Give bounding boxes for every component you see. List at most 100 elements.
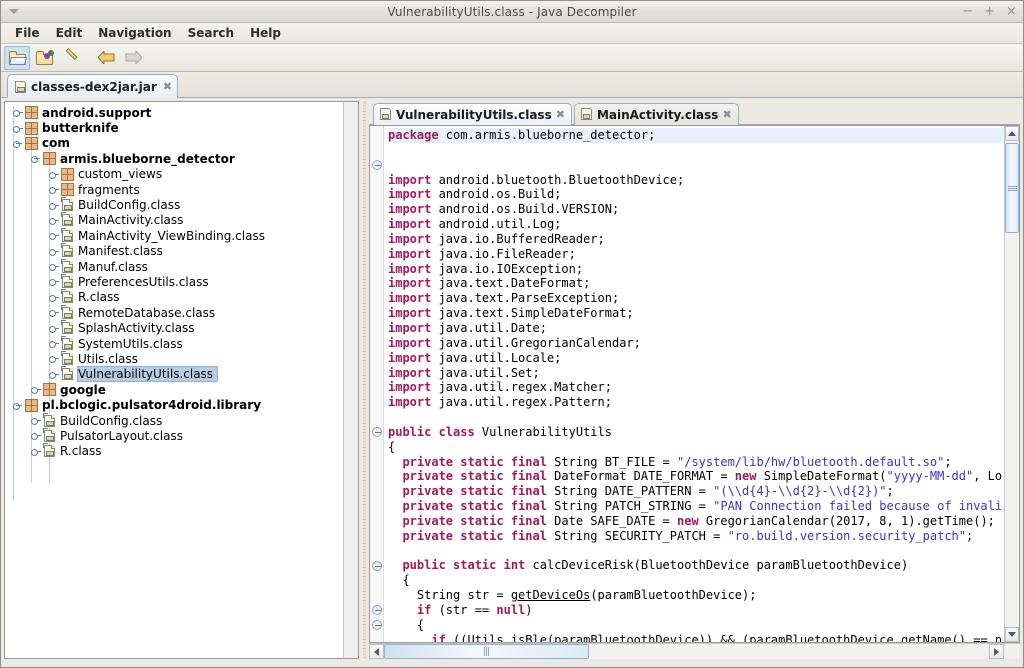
code-vertical-scrollbar[interactable] [1004,126,1019,642]
tree-node[interactable]: Manifest.class [5,244,343,259]
tree-node[interactable]: PulsatorLayout.class [5,428,343,443]
code-token: SimpleDateFormat( [756,469,886,483]
tree-node[interactable]: SplashActivity.class [5,320,343,335]
code-token: import [388,232,431,246]
edit-button[interactable] [58,46,84,70]
tree-expand-handle-icon[interactable] [45,182,61,197]
tree-node[interactable]: google [5,382,343,397]
minimize-icon[interactable]: − [962,5,973,18]
fold-gutter[interactable] [370,126,384,642]
jar-tab-classes-dex2jar[interactable]: classes-dex2jar.jar ✖ [7,74,178,98]
code-token: new [735,469,757,483]
tree-collapse-handle-icon[interactable] [9,136,25,151]
tree-node[interactable]: MainActivity_ViewBinding.class [5,228,343,243]
tree-node[interactable]: custom_views [5,167,343,182]
tree-node[interactable]: Manuf.class [5,259,343,274]
fold-collapse-icon[interactable] [372,427,382,437]
tree-expand-handle-icon[interactable] [45,228,61,243]
tree-node[interactable]: com [5,136,343,151]
tree-expand-handle-icon[interactable] [45,351,61,366]
scroll-left-button[interactable] [369,644,384,659]
tree-expand-handle-icon[interactable] [27,413,43,428]
tree-node[interactable]: pl.bclogic.pulsator4droid.library [5,397,343,412]
tree-node[interactable]: BuildConfig.class [5,197,343,212]
menu-edit[interactable]: Edit [48,24,91,42]
package-tree[interactable]: android.supportbutterknifecomarmis.blueb… [5,102,343,658]
tree-expand-handle-icon[interactable] [45,259,61,274]
tree-node[interactable]: butterknife [5,120,343,135]
tree-node[interactable]: SystemUtils.class [5,336,343,351]
code-token: "ro.build.version.security_patch" [728,529,966,543]
code-token[interactable]: isBle [511,633,547,642]
editor-tab-vulnerabilityutils[interactable]: VulnerabilityUtils.class✖ [373,103,572,125]
tree-node[interactable]: R.class [5,444,343,459]
fold-collapse-icon[interactable] [372,620,382,630]
open-type-button[interactable] [31,46,57,70]
code-horizontal-scrollbar[interactable] [369,643,1020,659]
tree-expand-handle-icon[interactable] [45,198,61,213]
tree-node[interactable]: RemoteDatabase.class [5,305,343,320]
code-scroll[interactable]: package com.armis.blueborne_detector; im… [384,126,1004,642]
tree-expand-handle-icon[interactable] [27,428,43,443]
tree-node-label: SystemUtils.class [78,337,187,351]
panel-splitter[interactable] [359,101,369,659]
tree-node[interactable]: fragments [5,182,343,197]
tree-expand-handle-icon[interactable] [45,336,61,351]
tree-expand-handle-icon[interactable] [45,367,61,382]
scroll-down-button[interactable] [1005,627,1019,642]
tree-node[interactable]: VulnerabilityUtils.class [5,367,343,382]
menu-navigation[interactable]: Navigation [90,24,179,42]
tree-expand-handle-icon[interactable] [45,274,61,289]
jar-tab-close-icon[interactable]: ✖ [163,80,172,93]
source-code[interactable]: package com.armis.blueborne_detector; im… [384,126,1004,642]
forward-button[interactable] [120,46,146,70]
tree-node[interactable]: R.class [5,290,343,305]
tree-node[interactable]: PreferencesUtils.class [5,274,343,289]
code-token[interactable]: Utils [467,633,503,642]
maximize-icon[interactable]: + [984,5,995,18]
code-hscroll-track[interactable] [384,644,989,659]
tree-expand-handle-icon[interactable] [45,305,61,320]
tree-node[interactable]: MainActivity.class [5,213,343,228]
tree-vertical-scrollbar[interactable] [343,102,358,658]
tree-expand-handle-icon[interactable] [45,290,61,305]
fold-collapse-icon[interactable] [372,561,382,571]
fold-collapse-icon[interactable] [372,605,382,615]
tree-collapse-handle-icon[interactable] [9,398,25,413]
editor-tab-close-icon[interactable]: ✖ [722,108,731,121]
tree-node[interactable]: armis.blueborne_detector [5,151,343,166]
code-line: { [388,573,410,587]
close-icon[interactable]: × [1006,5,1017,18]
editor-tab-mainactivity[interactable]: MainActivity.class✖ [574,103,739,125]
back-button[interactable] [93,46,119,70]
tree-expand-handle-icon[interactable] [27,444,43,459]
tree-node-label: BuildConfig.class [60,414,166,428]
menu-help[interactable]: Help [242,24,289,42]
code-hscroll-thumb[interactable] [384,644,589,659]
editor-tab-close-icon[interactable]: ✖ [556,108,565,121]
tree-collapse-handle-icon[interactable] [27,151,43,166]
code-vscroll-track[interactable] [1005,141,1019,627]
tree-expand-handle-icon[interactable] [9,121,25,136]
menu-file[interactable]: File [7,24,48,42]
fold-collapse-icon[interactable] [372,160,382,170]
menu-search[interactable]: Search [180,24,242,42]
code-token[interactable]: getDeviceOs [511,588,590,602]
tree-expand-handle-icon[interactable] [45,321,61,336]
tree-node[interactable]: BuildConfig.class [5,413,343,428]
scroll-right-button[interactable] [989,644,1004,659]
tree-node[interactable]: android.support [5,105,343,120]
scroll-up-button[interactable] [1005,126,1019,141]
tree-node-label: R.class [60,444,106,458]
tree-expand-handle-icon[interactable] [9,105,25,120]
tree-expand-handle-icon[interactable] [45,244,61,259]
tree-node-label: MainActivity_ViewBinding.class [78,229,269,243]
code-vscroll-thumb[interactable] [1005,143,1019,233]
tree-node[interactable]: Utils.class [5,351,343,366]
class-file-icon [61,290,74,304]
code-line [388,410,395,424]
tree-expand-handle-icon[interactable] [27,382,43,397]
tree-expand-handle-icon[interactable] [45,167,61,182]
tree-expand-handle-icon[interactable] [45,213,61,228]
open-file-button[interactable] [4,46,30,70]
